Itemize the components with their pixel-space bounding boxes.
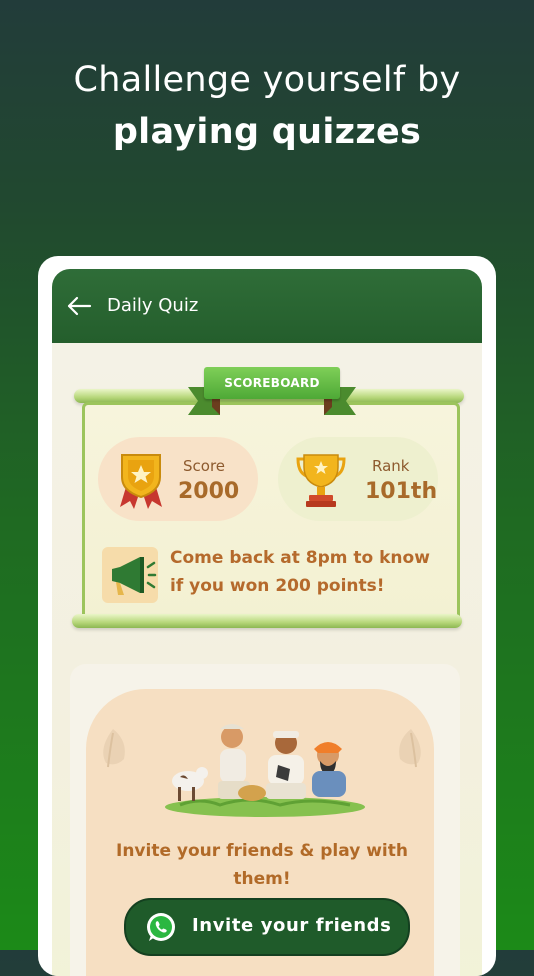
invite-friends-button[interactable]: Invite your friends [124,898,410,956]
medal-icon [120,454,162,509]
leaf-icon-right [399,729,421,768]
megaphone-badge [102,547,158,603]
rank-value: 101th [365,479,438,504]
arrow-left-icon[interactable] [66,295,92,317]
whatsapp-icon [147,913,175,941]
app-bar: Daily Quiz [52,269,482,343]
headline-line-2: playing quizzes [112,112,422,152]
leaf-icon-left [103,729,125,768]
farmers-illustration [165,724,365,817]
score-label: Score [183,457,226,475]
device-frame: Daily Quiz SCOREBOARD Score 2000 Rank 10… [38,256,496,976]
rank-label: Rank [372,457,410,475]
trophy-icon [296,454,346,507]
score-value: 2000 [178,479,240,504]
result-message: Come back at 8pm to know if you won 200 … [170,548,430,596]
invite-message: Invite your friends & play with them! [116,841,408,889]
invite-button-label: Invite your friends [192,915,392,936]
page-title: Daily Quiz [107,295,199,316]
score-card: Score 2000 [98,437,258,521]
app-screen: Daily Quiz SCOREBOARD Score 2000 Rank 10… [52,269,482,976]
rank-card: Rank 101th [278,437,438,521]
scoreboard-ribbon: SCOREBOARD [204,367,340,399]
headline-line-1: Challenge yourself by [73,60,461,100]
scroll-rod-bottom [72,614,462,628]
megaphone-icon [112,557,157,595]
headline: Challenge yourself by playing quizzes [0,54,534,158]
